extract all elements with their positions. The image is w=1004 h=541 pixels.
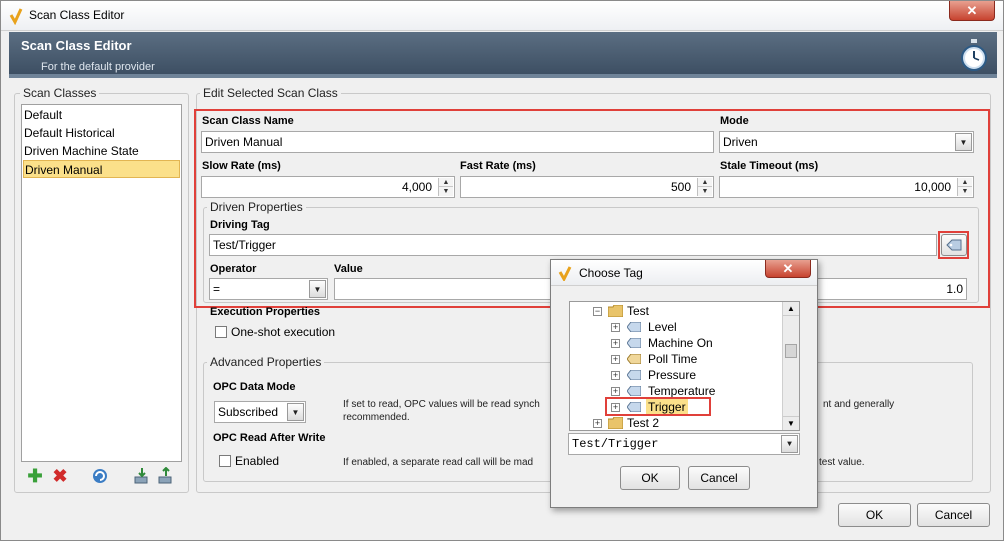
expand-icon[interactable]: + (611, 339, 620, 348)
ignition-logo-icon (9, 8, 23, 25)
one-shot-checkbox[interactable] (215, 326, 227, 338)
dialog-cancel-button[interactable]: Cancel (688, 466, 750, 490)
list-item-driven-machine-state[interactable]: Driven Machine State (23, 142, 180, 160)
dialog-title: Choose Tag (579, 266, 643, 280)
export-icon[interactable] (157, 467, 175, 485)
scan-class-list: Default Default Historical Driven Machin… (21, 104, 182, 462)
opc-mode-help-a: If set to read, OPC values will be read … (343, 399, 540, 410)
opc-data-mode-select[interactable]: Subscribed ▼ (214, 401, 306, 423)
tree-node-test-2[interactable]: + Test 2 (570, 415, 782, 431)
advanced-properties-label: Advanced Properties (207, 355, 325, 369)
tree-node-test[interactable]: − Test (570, 303, 782, 319)
scan-class-editor-window: Scan Class Editor ✕ Scan Class Editor Fo… (0, 0, 1004, 541)
window-title: Scan Class Editor (29, 8, 125, 22)
read-after-help-b: test value. (819, 457, 865, 468)
tree-node-label: Machine On (648, 336, 713, 350)
refresh-icon[interactable] (91, 467, 109, 485)
execution-properties-label: Execution Properties (210, 306, 321, 318)
banner-subtitle: For the default provider (41, 61, 155, 73)
tree-node-label: Test 2 (627, 416, 660, 430)
tree-node-label: Level (648, 320, 677, 334)
scan-classes-group-label: Scan Classes (20, 86, 100, 100)
list-item-driven-manual[interactable]: Driven Manual (23, 160, 180, 178)
window-close-button[interactable]: ✕ (949, 1, 995, 21)
expand-icon[interactable]: + (611, 371, 620, 380)
tree-node-label: Poll Time (648, 352, 698, 366)
scroll-down-icon[interactable]: ▼ (783, 416, 799, 430)
scroll-up-icon[interactable]: ▲ (783, 302, 799, 316)
tree-node-poll-time[interactable]: + Poll Time (570, 351, 782, 367)
expand-icon[interactable]: + (611, 323, 620, 332)
ok-button[interactable]: OK (838, 503, 911, 527)
tree-node-machine-on[interactable]: + Machine On (570, 335, 782, 351)
tag-icon (627, 322, 641, 332)
delete-icon[interactable]: ✖ (51, 467, 69, 485)
banner-title: Scan Class Editor (21, 38, 132, 53)
opc-read-after-write-label: OPC Read After Write (213, 432, 326, 444)
opc-data-mode-value: Subscribed (218, 405, 279, 419)
tree-node-label: Test (627, 304, 650, 318)
scroll-thumb[interactable] (785, 344, 797, 358)
list-item-default-historical[interactable]: Default Historical (23, 124, 180, 142)
tree-node-level[interactable]: + Level (570, 319, 782, 335)
cancel-button[interactable]: Cancel (917, 503, 990, 527)
tag-path-select[interactable]: Test/Trigger ▼ (568, 433, 800, 455)
folder-icon (608, 305, 623, 317)
expand-icon[interactable]: + (611, 387, 620, 396)
add-icon[interactable]: ✚ (26, 467, 44, 485)
collapse-icon[interactable]: − (593, 307, 602, 316)
header-banner: Scan Class Editor For the default provid… (9, 32, 997, 78)
read-after-write-enabled-label: Enabled (235, 454, 280, 468)
tag-icon (627, 354, 641, 364)
read-after-help-a: If enabled, a separate read call will be… (343, 457, 534, 468)
tag-icon (627, 370, 641, 380)
chevron-down-icon[interactable]: ▼ (287, 403, 304, 421)
dialog-title-bar: Choose Tag ✕ (551, 260, 817, 286)
trigger-highlight (605, 397, 711, 416)
import-icon[interactable] (133, 467, 151, 485)
tag-path-value: Test/Trigger (572, 437, 659, 451)
tag-icon (627, 386, 641, 396)
choose-tag-dialog: Choose Tag ✕ − Test + Level + Machine On… (550, 259, 818, 508)
tree-node-label: Pressure (648, 368, 697, 382)
expand-icon[interactable]: + (593, 419, 602, 428)
ignition-logo-icon (558, 266, 572, 281)
expand-icon[interactable]: + (611, 355, 620, 364)
dialog-close-button[interactable]: ✕ (765, 260, 811, 278)
title-bar: Scan Class Editor ✕ (1, 1, 1003, 31)
tree-scrollbar[interactable]: ▲ ▼ (782, 302, 799, 430)
list-item-default[interactable]: Default (23, 106, 180, 124)
tree-node-pressure[interactable]: + Pressure (570, 367, 782, 383)
folder-icon (608, 417, 623, 429)
tag-icon (627, 338, 641, 348)
stopwatch-icon (961, 39, 987, 71)
opc-data-mode-label: OPC Data Mode (213, 381, 296, 393)
opc-mode-help-c: recommended. (343, 412, 410, 423)
read-after-write-checkbox[interactable] (219, 455, 231, 467)
chevron-down-icon[interactable]: ▼ (781, 435, 798, 453)
dialog-ok-button[interactable]: OK (620, 466, 680, 490)
one-shot-label: One-shot execution (231, 325, 336, 339)
opc-mode-help-b: nt and generally (823, 399, 895, 410)
edit-group-label: Edit Selected Scan Class (200, 86, 341, 100)
